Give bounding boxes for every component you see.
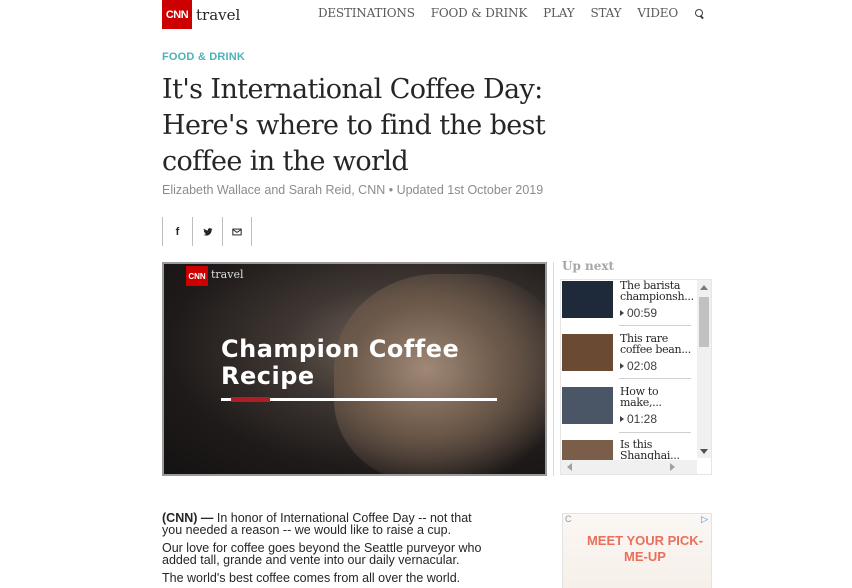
- cnn-logo[interactable]: CNN: [162, 0, 192, 29]
- video-player[interactable]: CNN travel Champion Coffee Recipe: [162, 262, 547, 476]
- nav-stay[interactable]: STAY: [590, 6, 621, 20]
- up-next-title[interactable]: The barista championsh...: [620, 280, 694, 302]
- paragraph: Our love for coffee goes beyond the Seat…: [162, 541, 482, 567]
- paragraph: (CNN) — In honor of International Coffee…: [162, 512, 482, 537]
- ad-headline[interactable]: MEET YOUR PICK-ME-UP: [585, 533, 705, 565]
- video-title-line2: Recipe: [221, 362, 315, 390]
- video-progress-fill: [231, 397, 270, 402]
- mail-icon: [232, 228, 242, 235]
- video-title-line1: Champion Coffee: [221, 335, 460, 363]
- up-next-label: Up next: [562, 259, 615, 273]
- up-next-title[interactable]: Is this Shanghai...: [620, 439, 692, 461]
- top-nav: DESTINATIONS FOOD & DRINK PLAY STAY VIDE…: [302, 6, 705, 20]
- ad-corner-label: C: [565, 514, 572, 524]
- twitter-icon: [202, 227, 213, 236]
- vertical-scrollbar[interactable]: [697, 280, 711, 458]
- up-next-title[interactable]: This rare coffee bean...: [620, 333, 692, 355]
- nav-destinations[interactable]: DESTINATIONS: [318, 6, 415, 20]
- adchoices-icon[interactable]: ▷: [701, 514, 708, 525]
- up-next-duration: 02:08: [620, 359, 657, 373]
- nav-play[interactable]: PLAY: [543, 6, 575, 20]
- up-next-duration: 00:59: [620, 306, 657, 320]
- scroll-down-arrow-icon[interactable]: [700, 449, 708, 454]
- video-brand-word: travel: [211, 268, 244, 281]
- up-next-duration: 01:28: [620, 412, 657, 426]
- up-next-list[interactable]: The barista championsh... 00:59 This rar…: [560, 279, 712, 475]
- scroll-right-arrow-icon[interactable]: [670, 463, 675, 471]
- video-cnn-logo: CNN: [186, 266, 208, 286]
- search-icon[interactable]: [694, 8, 705, 19]
- twitter-share-button[interactable]: [192, 217, 222, 246]
- scroll-left-arrow-icon[interactable]: [567, 463, 572, 471]
- article-body: (CNN) — In honor of International Coffee…: [162, 512, 482, 588]
- video-thumbnail[interactable]: [562, 387, 613, 424]
- brand-word[interactable]: travel: [196, 6, 240, 24]
- divider: [619, 378, 691, 379]
- facebook-share-button[interactable]: f: [162, 217, 192, 246]
- horizontal-scrollbar[interactable]: [561, 460, 697, 474]
- video-thumbnail[interactable]: [562, 281, 613, 318]
- email-share-button[interactable]: [222, 217, 252, 246]
- advertisement[interactable]: C ▷ MEET YOUR PICK-ME-UP: [562, 513, 712, 588]
- up-next-item[interactable]: This rare coffee bean... 02:08: [562, 333, 692, 379]
- divider: [553, 262, 554, 476]
- divider: [619, 432, 691, 433]
- video-thumbnail[interactable]: [562, 334, 613, 371]
- section-kicker[interactable]: FOOD & DRINK: [162, 51, 245, 63]
- video-title: Champion Coffee Recipe: [221, 336, 459, 390]
- nav-food-drink[interactable]: FOOD & DRINK: [431, 6, 528, 20]
- up-next-title[interactable]: How to make,...: [620, 386, 692, 408]
- scroll-up-arrow-icon[interactable]: [700, 285, 708, 290]
- paragraph: The world's best coffee comes from all o…: [162, 571, 461, 585]
- share-bar: f: [162, 217, 252, 246]
- up-next-item[interactable]: How to make,... 01:28: [562, 386, 692, 432]
- nav-video[interactable]: VIDEO: [637, 6, 678, 20]
- byline: Elizabeth Wallace and Sarah Reid, CNN • …: [162, 183, 544, 197]
- scrollbar-thumb[interactable]: [699, 297, 709, 347]
- up-next-item[interactable]: The barista championsh... 00:59: [562, 280, 694, 326]
- article-headline: It's International Coffee Day: Here's wh…: [162, 74, 546, 177]
- divider: [619, 325, 691, 326]
